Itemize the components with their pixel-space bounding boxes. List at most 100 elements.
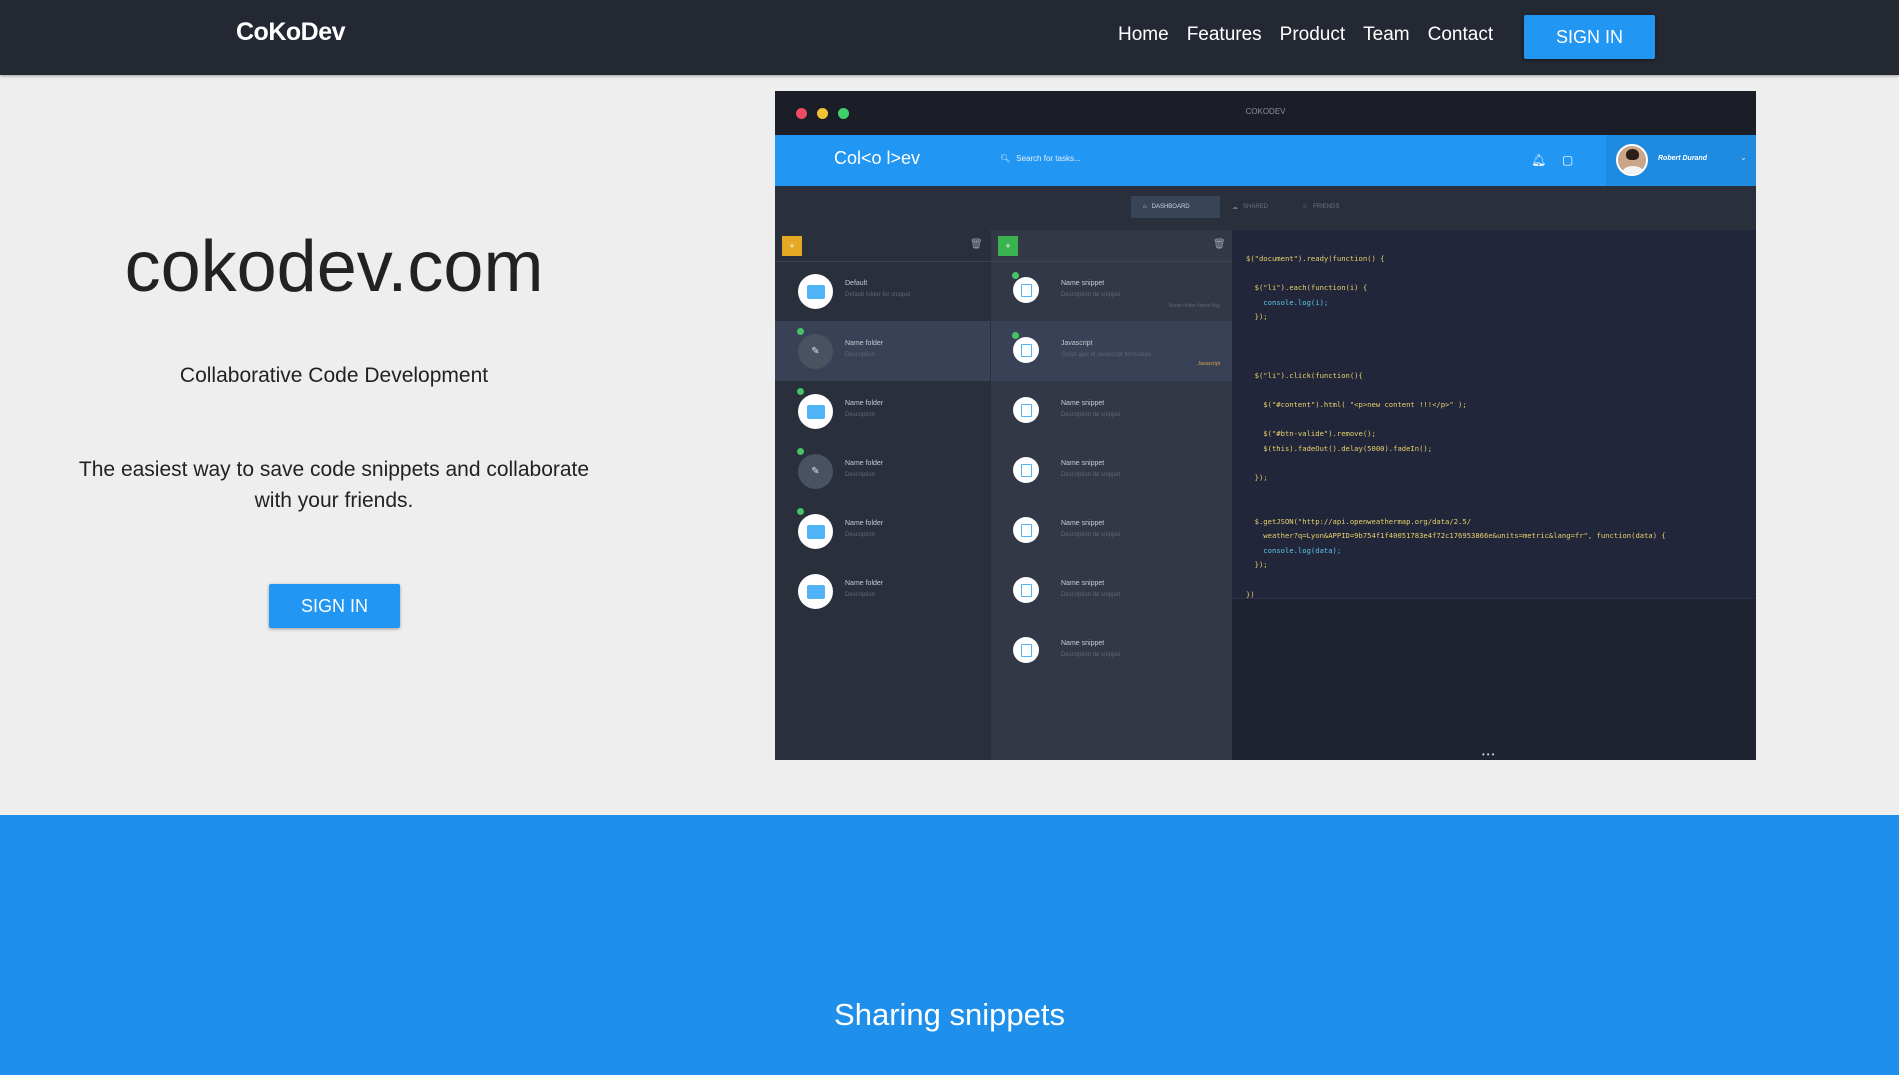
nav-link-contact[interactable]: Contact [1428, 24, 1493, 46]
code-line: weather?q=Lyon&APPID=9b754f1f40051783e4f… [1246, 531, 1666, 541]
item-desc: Description de snippet [1061, 652, 1121, 658]
top-navbar: CoKoDev Home Features Product Team Conta… [0, 0, 1899, 75]
item-name: Name snippet [1061, 460, 1105, 467]
app-screenshot: COKODEV Col<o l>ev 🔍︎ Search for tasks..… [775, 91, 1756, 760]
online-dot-icon [1012, 272, 1019, 279]
item-name: Name folder [845, 580, 884, 587]
list-item: Name snippet Description de snippet [991, 441, 1232, 501]
code-line: $("li").each(function(i) { [1246, 283, 1368, 293]
window-title: COKODEV [1245, 107, 1286, 116]
nav-link-home[interactable]: Home [1118, 24, 1169, 46]
list-item: Name folder Description [775, 381, 990, 441]
item-tags: Javascript [1197, 361, 1220, 367]
folder-icon [798, 274, 833, 309]
sharing-section: Sharing snippets [0, 815, 1899, 1075]
online-dot-icon [1012, 332, 1019, 339]
item-name: Name snippet [1061, 520, 1105, 527]
app-search: 🔍︎ Search for tasks... [1000, 154, 1081, 163]
online-dot-icon [797, 328, 804, 335]
more-dots-icon: ••• [1482, 750, 1497, 759]
window-titlebar: COKODEV [775, 91, 1756, 135]
hero-signin-button[interactable]: SIGN IN [269, 584, 400, 628]
nav-link-team[interactable]: Team [1363, 24, 1409, 46]
item-desc: Description de snippet [1061, 592, 1121, 598]
hero-subtitle: Collaborative Code Development [179, 364, 489, 387]
item-name: Default [845, 280, 868, 287]
document-icon [1013, 457, 1039, 483]
document-icon [1013, 637, 1039, 663]
nav-link-features[interactable]: Features [1187, 24, 1262, 46]
code-line: console.log(i); [1246, 297, 1329, 307]
user-icon: ☺ [1302, 204, 1309, 210]
app-header: Col<o l>ev 🔍︎ Search for tasks... 🔔︎ ▢ R… [775, 135, 1756, 186]
item-name: Name folder [845, 340, 884, 347]
home-icon: ⌂ [1143, 204, 1147, 210]
item-desc: Description [845, 592, 876, 598]
tab-dashboard: ⌂ DASHBOARD [1131, 196, 1220, 218]
item-desc: Description de snippet [1061, 412, 1121, 418]
item-desc: Description [845, 532, 876, 538]
list-item: Name snippet Description de snippet [991, 561, 1232, 621]
code-line: console.log(data); [1246, 545, 1342, 555]
folder-list-header: + 🗑︎ [775, 230, 990, 262]
app-logo: Col<o l>ev [834, 148, 921, 168]
item-desc: Description [845, 412, 876, 418]
nav-signin-button[interactable]: SIGN IN [1524, 15, 1655, 59]
list-item: Name snippet Description de snippet [991, 501, 1232, 561]
nav-link-product[interactable]: Product [1280, 24, 1345, 46]
user-name: Robert Durand [1658, 155, 1707, 162]
code-line: $.getJSON("http://api.openweathermap.org… [1246, 516, 1472, 526]
add-snippet-icon: + [998, 236, 1018, 256]
tab-friends: ☺ FRIENDS [1290, 196, 1351, 218]
snippet-list-header: + 🗑︎ [991, 230, 1232, 262]
hero-description: The easiest way to save code snippets an… [78, 458, 590, 512]
list-item: Javascript Script ajax et javascript for… [991, 321, 1232, 381]
item-name: Javascript [1061, 340, 1093, 347]
section-title: Sharing snippets [834, 997, 1065, 1032]
list-item: Name folder Description [775, 561, 990, 621]
document-icon [1013, 397, 1039, 423]
item-name: Name folder [845, 400, 884, 407]
folder-icon [798, 394, 833, 429]
item-desc: Script ajax et javascript formulaire [1061, 352, 1152, 358]
document-icon [1013, 337, 1039, 363]
tab-label: FRIENDS [1313, 204, 1340, 210]
online-dot-icon [797, 508, 804, 515]
list-item: ✎ Name folder Description [775, 441, 990, 501]
tab-shared: ☁ SHARED [1220, 196, 1280, 218]
chat-icon: ▢ [1562, 153, 1574, 167]
nav-menu: Home Features Product Team Contact [1118, 24, 1493, 46]
snippet-list: + 🗑︎ Name snippet Description de snippet… [991, 230, 1232, 760]
code-line: }); [1246, 472, 1268, 482]
cloud-icon: ☁ [1232, 204, 1238, 211]
folder-icon [798, 574, 833, 609]
item-desc: Description [845, 352, 876, 358]
brand-logo[interactable]: CoKoDev [236, 18, 346, 47]
chevron-down-icon: ⌄ [1740, 153, 1747, 162]
search-icon: 🔍︎ [1000, 154, 1011, 163]
item-name: Name snippet [1061, 400, 1105, 407]
code-line: $("#content").html( "<p>new content !!!<… [1246, 399, 1467, 409]
avatar [1616, 144, 1648, 176]
code-area: $("document").ready(function() { $("li")… [1232, 230, 1756, 599]
trash-icon: 🗑︎ [1213, 239, 1226, 250]
item-desc: Description de snippet [1061, 532, 1121, 538]
code-editor: $("document").ready(function() { $("li")… [1232, 230, 1756, 760]
user-menu: Robert Durand ⌄ [1606, 135, 1756, 186]
document-icon [1013, 577, 1039, 603]
item-name: Name snippet [1061, 580, 1105, 587]
list-item: Name snippet Description de snippet [991, 621, 1232, 681]
bell-icon: 🔔︎ [1531, 153, 1547, 167]
list-item: Default Default folder for snippet [775, 261, 990, 321]
online-dot-icon [797, 388, 804, 395]
tab-label: DASHBOARD [1151, 204, 1190, 210]
item-name: Name folder [845, 460, 884, 467]
